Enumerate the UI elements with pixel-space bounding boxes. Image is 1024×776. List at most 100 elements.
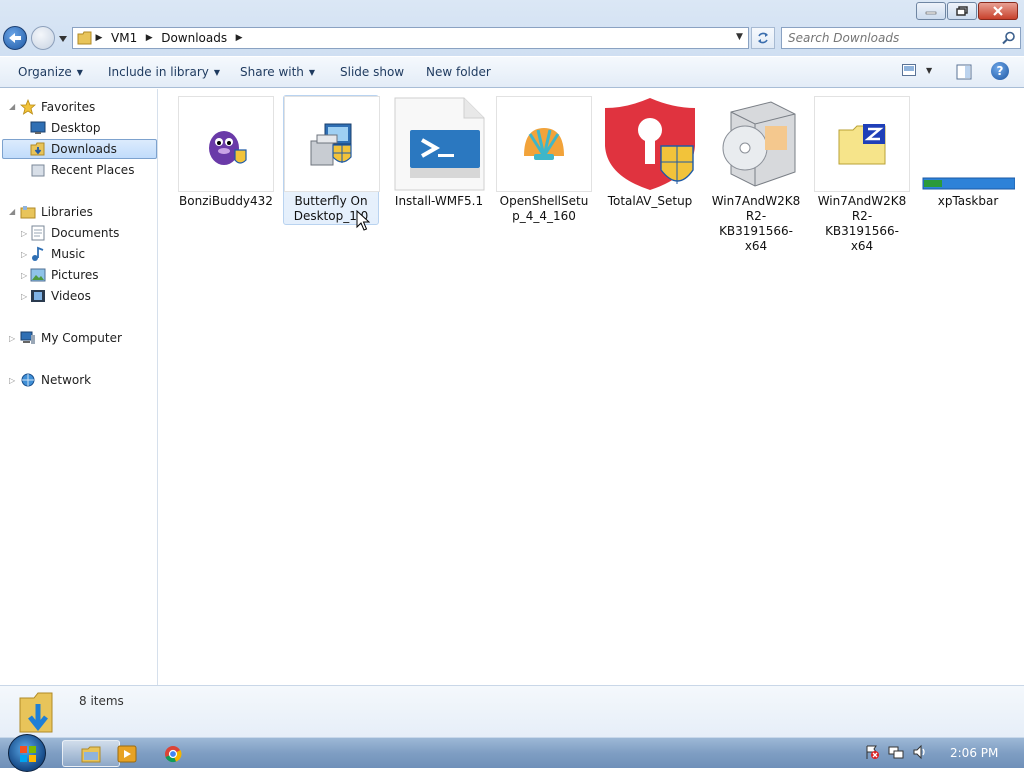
nav-downloads[interactable]: Downloads [2, 139, 157, 159]
back-button[interactable] [3, 26, 27, 50]
breadcrumb-vm1[interactable]: VM1 [105, 31, 143, 45]
nav-favorites[interactable]: Favorites [20, 97, 95, 117]
nav-network[interactable]: Network [20, 370, 91, 390]
windows-logo-icon [20, 746, 36, 762]
help-button[interactable]: ? [991, 62, 1009, 80]
include-in-library-menu[interactable]: Include in library ▼ [108, 65, 220, 79]
organize-menu[interactable]: Organize ▼ [18, 65, 83, 79]
address-dropdown-icon[interactable]: ▼ [736, 32, 746, 44]
nav-recent-places[interactable]: Recent Places [30, 160, 134, 180]
recent-pages-dropdown-icon[interactable] [58, 34, 68, 44]
taskbar-clock[interactable]: 2:06 PM [950, 746, 998, 760]
address-bar[interactable]: ▶ VM1 ▶ Downloads ▶ ▼ [72, 27, 749, 49]
expand-network-icon[interactable]: ▷ [9, 376, 17, 385]
breadcrumb-downloads[interactable]: Downloads [155, 31, 233, 45]
desktop-icon [30, 120, 46, 136]
nav-my-computer[interactable]: My Computer [20, 328, 122, 348]
details-pane: 8 items [0, 685, 1024, 737]
breadcrumb-separator-icon[interactable]: ▶ [233, 30, 245, 46]
downloads-folder-icon [30, 141, 46, 157]
file-name: xpTaskbar [937, 194, 999, 208]
expand-videos-icon[interactable]: ▷ [21, 292, 29, 301]
file-item[interactable]: Install-WMF5.1 [391, 96, 487, 224]
nav-documents[interactable]: Documents [30, 223, 119, 243]
preview-pane-icon[interactable] [956, 64, 972, 80]
file-item[interactable]: OpenShellSetup_4_4_160 [496, 96, 592, 224]
refresh-icon [758, 32, 768, 44]
file-item[interactable]: Butterfly On Desktop_1.0 [283, 95, 380, 225]
nav-libraries[interactable]: Libraries [20, 202, 93, 222]
share-with-menu[interactable]: Share with ▼ [240, 65, 315, 79]
back-arrow-icon [9, 33, 21, 43]
item-count: 8 items [79, 694, 124, 708]
search-icon[interactable] [1002, 31, 1016, 45]
network-icon [20, 372, 36, 388]
expand-music-icon[interactable]: ▷ [21, 250, 29, 259]
media-player-icon [117, 745, 137, 762]
change-view-button[interactable]: ▼ [902, 64, 932, 76]
title-bar: ▶ VM1 ▶ Downloads ▶ ▼ [0, 0, 1024, 56]
file-name: Win7AndW2K8R2-KB3191566-x64 [817, 194, 907, 253]
minimize-button[interactable] [916, 2, 946, 20]
file-item[interactable]: Win7AndW2K8R2-KB3191566-x64 [708, 96, 804, 253]
file-name: Win7AndW2K8R2-KB3191566-x64 [711, 194, 801, 253]
expand-my-computer-icon[interactable]: ▷ [9, 334, 17, 343]
file-name: TotalAV_Setup [607, 194, 693, 208]
expand-documents-icon[interactable]: ▷ [21, 229, 29, 238]
nav-music[interactable]: Music [30, 244, 85, 264]
slide-show-button[interactable]: Slide show [340, 65, 404, 79]
restore-icon [956, 6, 968, 16]
file-item[interactable]: xpTaskbar [920, 96, 1016, 224]
network-tray-icon[interactable] [888, 744, 904, 760]
totalav-shield-icon [602, 96, 698, 192]
volume-icon[interactable] [912, 744, 928, 760]
nav-music-label: Music [51, 247, 86, 261]
nav-favorites-label: Favorites [41, 100, 96, 114]
bonzi-setup-icon [178, 96, 274, 192]
nav-recent-places-label: Recent Places [51, 163, 135, 177]
forward-button[interactable] [31, 26, 55, 50]
file-item[interactable]: TotalAV_Setup [602, 96, 698, 224]
search-input[interactable] [782, 28, 992, 48]
file-name: Install-WMF5.1 [394, 194, 484, 208]
restore-button[interactable] [947, 2, 977, 20]
action-center-flag-icon[interactable] [864, 744, 880, 760]
folder-icon [77, 31, 92, 45]
star-icon [20, 99, 36, 115]
taskbar-chrome-button[interactable] [144, 740, 202, 767]
nav-pictures[interactable]: Pictures [30, 265, 99, 285]
computer-icon [20, 330, 36, 346]
nav-downloads-label: Downloads [51, 142, 117, 156]
chevron-down-icon[interactable]: ▼ [926, 66, 932, 75]
nav-desktop-label: Desktop [51, 121, 101, 135]
file-item[interactable]: Win7AndW2K8R2-KB3191566-x64 [814, 96, 910, 253]
organize-label: Organize [18, 65, 72, 79]
nav-libraries-label: Libraries [41, 205, 93, 219]
nav-videos[interactable]: Videos [30, 286, 91, 306]
breadcrumb-separator-icon[interactable]: ▶ [143, 30, 155, 46]
system-tray [864, 744, 928, 760]
collapse-favorites-icon[interactable]: ◢ [9, 102, 17, 111]
refresh-button[interactable] [751, 27, 775, 49]
nav-videos-label: Videos [51, 289, 91, 303]
music-icon [30, 246, 46, 262]
file-view: BonziBuddy432 Butterfly On Desktop_1.0 I… [159, 89, 1024, 685]
start-button[interactable] [8, 734, 46, 772]
expand-pictures-icon[interactable]: ▷ [21, 271, 29, 280]
nav-desktop[interactable]: Desktop [30, 118, 101, 138]
nav-documents-label: Documents [51, 226, 120, 240]
new-folder-button[interactable]: New folder [426, 65, 491, 79]
view-icon [902, 64, 916, 76]
search-box[interactable] [781, 27, 1021, 49]
file-item[interactable]: BonziBuddy432 [178, 96, 274, 224]
close-button[interactable] [978, 2, 1018, 20]
downloads-folder-icon [19, 692, 53, 733]
mouse-cursor-icon [356, 210, 370, 231]
collapse-libraries-icon[interactable]: ◢ [9, 207, 17, 216]
nav-pictures-label: Pictures [51, 268, 99, 282]
documents-icon [30, 225, 46, 241]
installer-shield-icon [284, 96, 380, 192]
share-with-label: Share with [240, 65, 304, 79]
chevron-down-icon: ▼ [308, 68, 316, 77]
breadcrumb-separator-icon[interactable]: ▶ [93, 30, 105, 46]
